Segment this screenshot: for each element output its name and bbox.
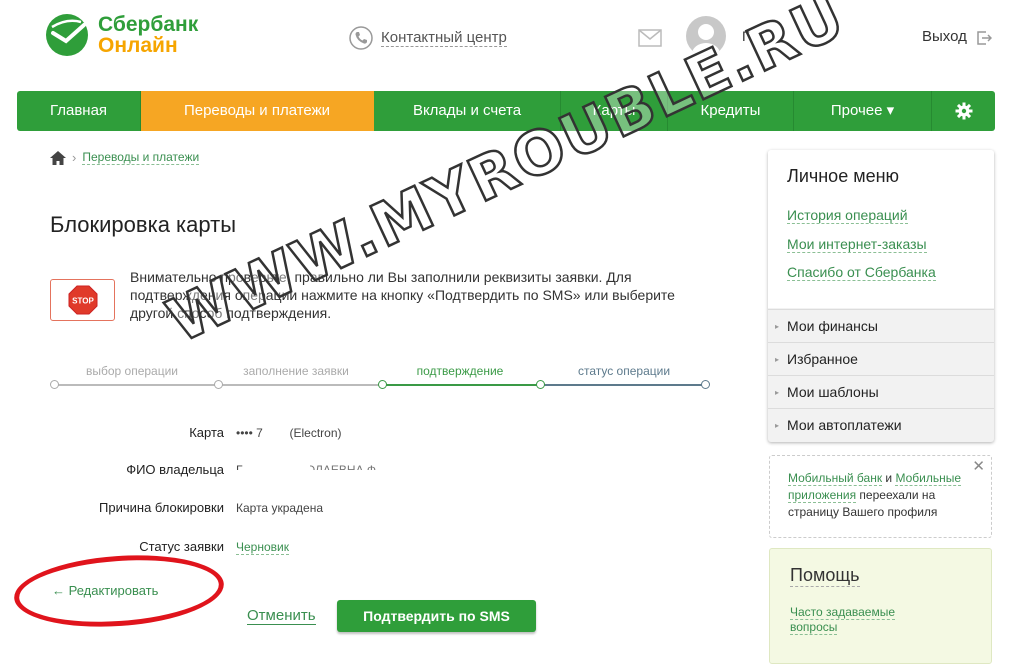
- gear-icon: [955, 102, 972, 120]
- stop-sign-icon: STOP: [68, 285, 97, 315]
- status-value: Черновик: [236, 540, 289, 555]
- user-silhouette-icon: [692, 24, 720, 56]
- holder-redaction-bottom: [236, 470, 396, 478]
- logo-text-sberbank: Сбербанк: [98, 13, 199, 36]
- sidebar-item-autopayments[interactable]: ▸ Мои автоплатежи: [768, 408, 994, 441]
- sidebar-item-templates[interactable]: ▸ Мои шаблоны: [768, 375, 994, 408]
- step-label-confirm: подтверждение: [416, 364, 504, 378]
- sberbank-logo-icon: [46, 14, 88, 56]
- highlight-ellipse: [11, 548, 227, 634]
- status-label: Статус заявки: [139, 539, 224, 554]
- user-name[interactable]: Г: [742, 28, 902, 46]
- sidebar-item-finances[interactable]: ▸ Мои финансы: [768, 309, 994, 342]
- nav-item-credits[interactable]: Кредиты: [668, 91, 794, 131]
- step-dot-2: [214, 380, 223, 389]
- contact-center-link[interactable]: Контактный центр: [381, 29, 507, 47]
- sidebar-item-favorites[interactable]: ▸ Избранное: [768, 342, 994, 375]
- step-dot-4: [536, 380, 545, 389]
- sidebar-link-orders[interactable]: Мои интернет-заказы: [787, 236, 927, 253]
- nav-item-deposits[interactable]: Вклады и счета: [374, 91, 561, 131]
- card-type: (Electron): [289, 426, 342, 440]
- confirmation-warning: Внимательно проверьте, правильно ли Вы з…: [130, 269, 675, 321]
- progress-stepper: выбор операции заполнение заявки подтвер…: [50, 360, 710, 396]
- faq-link[interactable]: Часто задаваемые вопросы: [790, 605, 920, 635]
- chevron-right-icon: ▸: [775, 322, 780, 331]
- logo-text-online: Онлайн: [98, 34, 178, 57]
- nav-item-other[interactable]: Прочее ▾: [794, 91, 932, 131]
- mobile-bank-link[interactable]: Мобильный банк: [788, 471, 883, 486]
- nav-settings-button[interactable]: [932, 91, 995, 131]
- card-label: Карта: [189, 425, 224, 440]
- sberbank-logo[interactable]: Сбербанк Онлайн: [44, 12, 198, 58]
- step-label-fill: заполнение заявки: [243, 364, 349, 378]
- user-name-redaction: [752, 28, 892, 46]
- nav-item-cards[interactable]: Карты: [561, 91, 668, 131]
- personal-menu: Личное меню История операций Мои интерне…: [768, 150, 994, 442]
- close-icon[interactable]: ✕: [972, 458, 985, 475]
- step-label-status: статус операции: [577, 364, 671, 378]
- avatar[interactable]: [686, 16, 726, 56]
- reason-value: Карта украдена: [236, 501, 324, 515]
- step-dot-5: [701, 380, 710, 389]
- step-line-3: [383, 384, 541, 386]
- breadcrumb-separator: ›: [72, 150, 77, 165]
- confirm-sms-button[interactable]: Подтвердить по SMS: [337, 600, 536, 632]
- personal-menu-title: Личное меню: [787, 166, 900, 186]
- logout-link[interactable]: Выход: [922, 28, 967, 45]
- step-label-select: выбор операции: [85, 364, 179, 378]
- chevron-right-icon: ▸: [775, 421, 780, 430]
- stop-sign-text: STOP: [72, 297, 94, 306]
- step-line-2: [219, 384, 383, 386]
- nav-item-transfers[interactable]: Переводы и платежи: [141, 91, 374, 131]
- cancel-link[interactable]: Отменить: [247, 607, 316, 625]
- sidebar-link-history[interactable]: История операций: [787, 207, 908, 224]
- step-dot-3: [378, 380, 387, 389]
- step-line-1: [55, 384, 219, 386]
- contact-center[interactable]: Контактный центр: [349, 26, 507, 50]
- help-box: Помощь Часто задаваемые вопросы: [769, 548, 992, 664]
- home-icon[interactable]: [50, 150, 66, 165]
- logout-icon[interactable]: [976, 30, 992, 46]
- breadcrumb-link-transfers[interactable]: Переводы и платежи: [82, 150, 200, 165]
- help-title[interactable]: Помощь: [790, 565, 860, 587]
- card-value: •••• 7 (Electron): [236, 426, 342, 440]
- main-nav: Главная Переводы и платежи Вклады и счет…: [17, 91, 995, 131]
- step-dot-1: [50, 380, 59, 389]
- reason-label: Причина блокировки: [99, 500, 224, 515]
- sidebar-link-thanks[interactable]: Спасибо от Сбербанка: [787, 264, 936, 281]
- mobile-notice: ✕ Мобильный банк и Мобильные приложения …: [769, 455, 992, 538]
- mail-icon[interactable]: [638, 29, 662, 47]
- breadcrumb: › Переводы и платежи: [50, 150, 200, 165]
- stop-sign-box: STOP: [50, 279, 115, 321]
- nav-item-main[interactable]: Главная: [17, 91, 141, 131]
- phone-icon: [349, 26, 373, 50]
- chevron-right-icon: ▸: [775, 388, 780, 397]
- chevron-right-icon: ▸: [775, 355, 780, 364]
- holder-label: ФИО владельца: [126, 462, 224, 477]
- step-line-4: [541, 384, 706, 386]
- page-title: Блокировка карты: [50, 212, 237, 237]
